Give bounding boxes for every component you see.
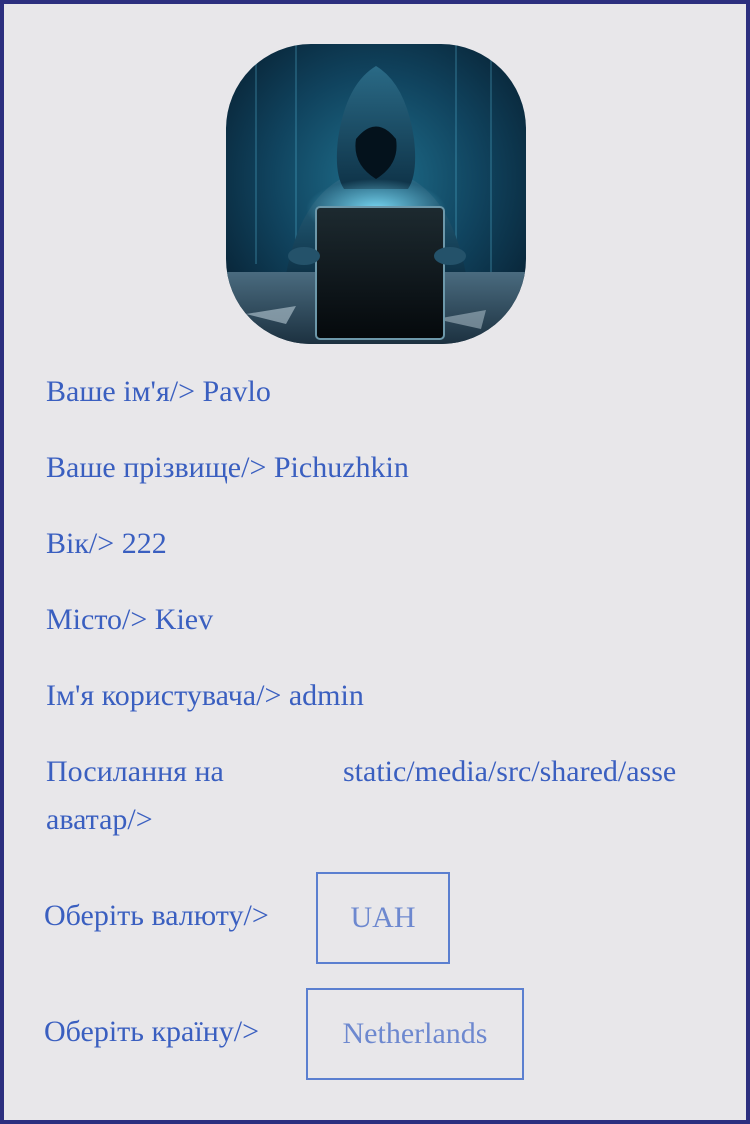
country-select[interactable]: Netherlands <box>306 988 524 1080</box>
first-name-label: Ваше ім'я/> <box>46 375 196 408</box>
currency-selected-value: UAH <box>350 901 416 934</box>
last-name-row: Ваше прізвище/> Pichuzhkin <box>46 444 409 492</box>
currency-label: Оберіть валюту/> <box>44 899 269 932</box>
avatar-link-value: static/media/src/shared/asse <box>343 755 677 788</box>
city-label: Місто/> <box>46 603 148 636</box>
age-row: Вік/> 222 <box>46 520 167 568</box>
username-label: Ім'я користувача/> <box>46 679 282 712</box>
age-value: 222 <box>121 527 167 560</box>
last-name-value: Pichuzhkin <box>273 451 409 484</box>
city-row: Місто/> Kiev <box>46 596 213 644</box>
age-label: Вік/> <box>46 527 115 560</box>
last-name-label: Ваше прізвище/> <box>46 451 267 484</box>
first-name-value: Pavlo <box>202 375 271 408</box>
currency-select[interactable]: UAH <box>316 872 450 964</box>
avatar <box>226 44 526 344</box>
country-label: Оберіть країну/> <box>44 1015 260 1048</box>
city-value: Kiev <box>154 603 214 636</box>
username-value: admin <box>288 679 364 712</box>
username-row: Ім'я користувача/> admin <box>46 672 364 720</box>
first-name-row: Ваше ім'я/> Pavlo <box>46 368 271 416</box>
avatar-link-label: Посилання на аватар/> <box>46 755 224 836</box>
profile-panel: Ваше ім'я/> Pavlo Ваше прізвище/> Pichuz… <box>4 4 746 1120</box>
country-selected-value: Netherlands <box>342 1017 488 1050</box>
hacker-avatar-image <box>226 44 526 344</box>
